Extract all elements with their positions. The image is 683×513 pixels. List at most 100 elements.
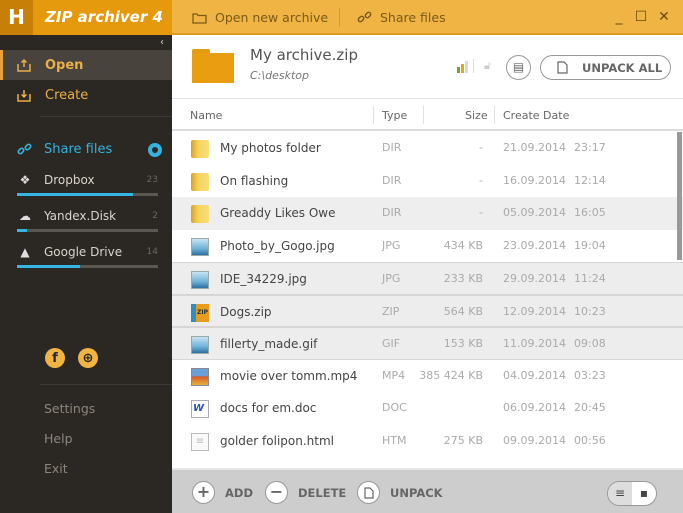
- zip-file-icon: ZIP: [191, 303, 209, 322]
- compression-level-icon: [457, 61, 468, 73]
- open-new-archive-label: Open new archive: [215, 10, 329, 25]
- file-type: MP4: [382, 368, 406, 382]
- file-time: 03:23: [574, 368, 606, 382]
- image-file-icon: [191, 336, 209, 354]
- file-type: JPG: [382, 238, 401, 252]
- unpack-button[interactable]: UNPACK: [357, 481, 443, 504]
- file-type: DIR: [382, 141, 402, 154]
- cloud-count: 2: [152, 211, 158, 221]
- add-button[interactable]: + ADD: [192, 481, 253, 504]
- file-icon: [557, 61, 568, 74]
- file-size: -: [479, 141, 483, 154]
- add-label: ADD: [225, 485, 253, 500]
- file-date: 16.09.2014: [503, 173, 566, 187]
- sidebar-divider: [40, 116, 172, 117]
- file-row[interactable]: ZIP Dogs.zip ZIP 564 KB 12.09.2014 10:23: [172, 294, 683, 327]
- file-row[interactable]: Wdocs for em.doc DOC 06.09.2014 20:45: [172, 392, 683, 425]
- minimize-button[interactable]: _: [610, 8, 628, 26]
- cloud-name: Google Drive: [44, 245, 123, 259]
- settings-link[interactable]: Settings: [44, 401, 95, 416]
- archive-folder-icon: [192, 49, 234, 83]
- main-panel: My archive.zip C:\desktop 🔓︎ ▤ UNPACK AL…: [172, 35, 683, 513]
- view-mode-toggle: ≡ ▪: [607, 481, 657, 506]
- delete-button[interactable]: − DELETE: [265, 481, 346, 504]
- minus-icon: −: [265, 481, 288, 504]
- sidebar-item-create[interactable]: Create: [0, 80, 172, 110]
- sidebar-item-open[interactable]: Open: [0, 50, 172, 80]
- archive-header: My archive.zip C:\desktop 🔓︎ ▤ UNPACK AL…: [172, 35, 683, 99]
- help-link[interactable]: Help: [44, 431, 73, 446]
- cloud-google-drive[interactable]: ▲ Google Drive 14: [17, 244, 158, 268]
- file-row[interactable]: My photos folder DIR - 21.09.2014 23:17: [172, 132, 683, 165]
- file-row[interactable]: fillerty_made.gif GIF 153 KB 11.09.2014 09:0…: [172, 327, 683, 360]
- dropbox-icon: ❖: [19, 173, 31, 187]
- file-time: 00:56: [574, 433, 606, 447]
- file-row[interactable]: IDE_34229.jpg JPG 233 KB 29.09.2014 11:24: [172, 262, 683, 295]
- folder-icon: [191, 205, 209, 223]
- file-time: 16:05: [574, 206, 606, 219]
- cloud-dropbox[interactable]: ❖ Dropbox 23: [17, 172, 158, 196]
- file-row[interactable]: movie over tomm.mp4 MP4 385 424 KB 04.09.20…: [172, 360, 683, 393]
- sidebar-item-share-files[interactable]: Share files: [17, 142, 162, 157]
- grid-view-button[interactable]: ▪: [632, 482, 656, 505]
- share-files-button[interactable]: Share files: [357, 0, 446, 35]
- download-tray-icon: [17, 89, 31, 102]
- file-time: 09:08: [574, 337, 606, 350]
- file-size: 275 KB: [443, 433, 483, 447]
- cloud-usage-bar: [17, 265, 158, 268]
- folder-icon: [191, 140, 209, 158]
- collapse-sidebar-button[interactable]: ‹: [160, 37, 164, 48]
- plus-icon: +: [192, 481, 215, 504]
- column-create-date[interactable]: Create Date: [503, 109, 569, 122]
- file-size: 233 KB: [443, 272, 483, 285]
- list-view-button[interactable]: ≡: [608, 482, 632, 505]
- globe-icon[interactable]: ⊕: [78, 348, 98, 368]
- column-type[interactable]: Type: [382, 109, 407, 122]
- maximize-button[interactable]: ☐: [632, 8, 650, 26]
- app-title: ZIP archiver 4: [33, 0, 172, 35]
- file-date: 29.09.2014: [503, 272, 566, 285]
- share-files-label: Share files: [380, 10, 446, 25]
- file-type: DIR: [382, 206, 402, 219]
- column-name[interactable]: Name: [190, 109, 222, 122]
- file-size: -: [479, 206, 483, 219]
- cloud-count: 14: [146, 247, 158, 257]
- archive-path: C:\desktop: [250, 69, 309, 82]
- column-size[interactable]: Size: [465, 109, 488, 122]
- file-date: 23.09.2014: [503, 238, 566, 252]
- image-file-icon: [191, 237, 209, 256]
- delete-label: DELETE: [298, 485, 347, 500]
- lock-open-icon[interactable]: 🔓︎: [484, 59, 491, 73]
- file-name: On flashing: [220, 173, 289, 188]
- facebook-icon[interactable]: f: [45, 348, 65, 368]
- file-row[interactable]: ≡ golder folipon.html HTM 275 KB 09.09.2014 0…: [172, 425, 683, 458]
- open-new-archive-button[interactable]: Open new archive: [192, 0, 328, 35]
- file-name: Dogs.zip: [220, 304, 272, 319]
- scrollbar[interactable]: [677, 132, 682, 260]
- close-button[interactable]: ✕: [655, 8, 673, 26]
- cloud-yandex-disk[interactable]: ☁ Yandex.Disk 2: [17, 208, 158, 232]
- unpack-all-button[interactable]: UNPACK ALL: [540, 55, 671, 80]
- exit-link[interactable]: Exit: [44, 461, 68, 476]
- sidebar-divider: [40, 384, 172, 385]
- file-row[interactable]: Greaddy Likes Owe DIR - 05.09.2014 16:05: [172, 197, 683, 230]
- column-resizer[interactable]: [423, 106, 424, 124]
- file-time: 23:17: [574, 141, 606, 154]
- cloud-count: 23: [146, 175, 158, 185]
- column-resizer[interactable]: [373, 106, 374, 124]
- file-size: 153 KB: [443, 337, 483, 350]
- word-document-icon: W: [191, 400, 209, 418]
- archive-info-button[interactable]: ▤: [506, 55, 531, 80]
- column-resizer[interactable]: [494, 106, 495, 124]
- cloud-usage-bar: [17, 229, 158, 232]
- file-row[interactable]: On flashing DIR - 16.09.2014 12:14: [172, 165, 683, 198]
- file-type: DOC: [382, 401, 407, 414]
- gear-icon[interactable]: [148, 143, 162, 157]
- share-files-label: Share files: [44, 142, 113, 157]
- file-date: 09.09.2014: [503, 433, 566, 447]
- file-size: 434 KB: [443, 238, 483, 252]
- file-row[interactable]: Photo_by_Gogo.jpg JPG 434 KB 23.09.2014 19:0…: [172, 230, 683, 263]
- cloud-usage-fill: [17, 193, 133, 196]
- file-icon: [357, 481, 380, 504]
- file-time: 10:23: [574, 304, 606, 318]
